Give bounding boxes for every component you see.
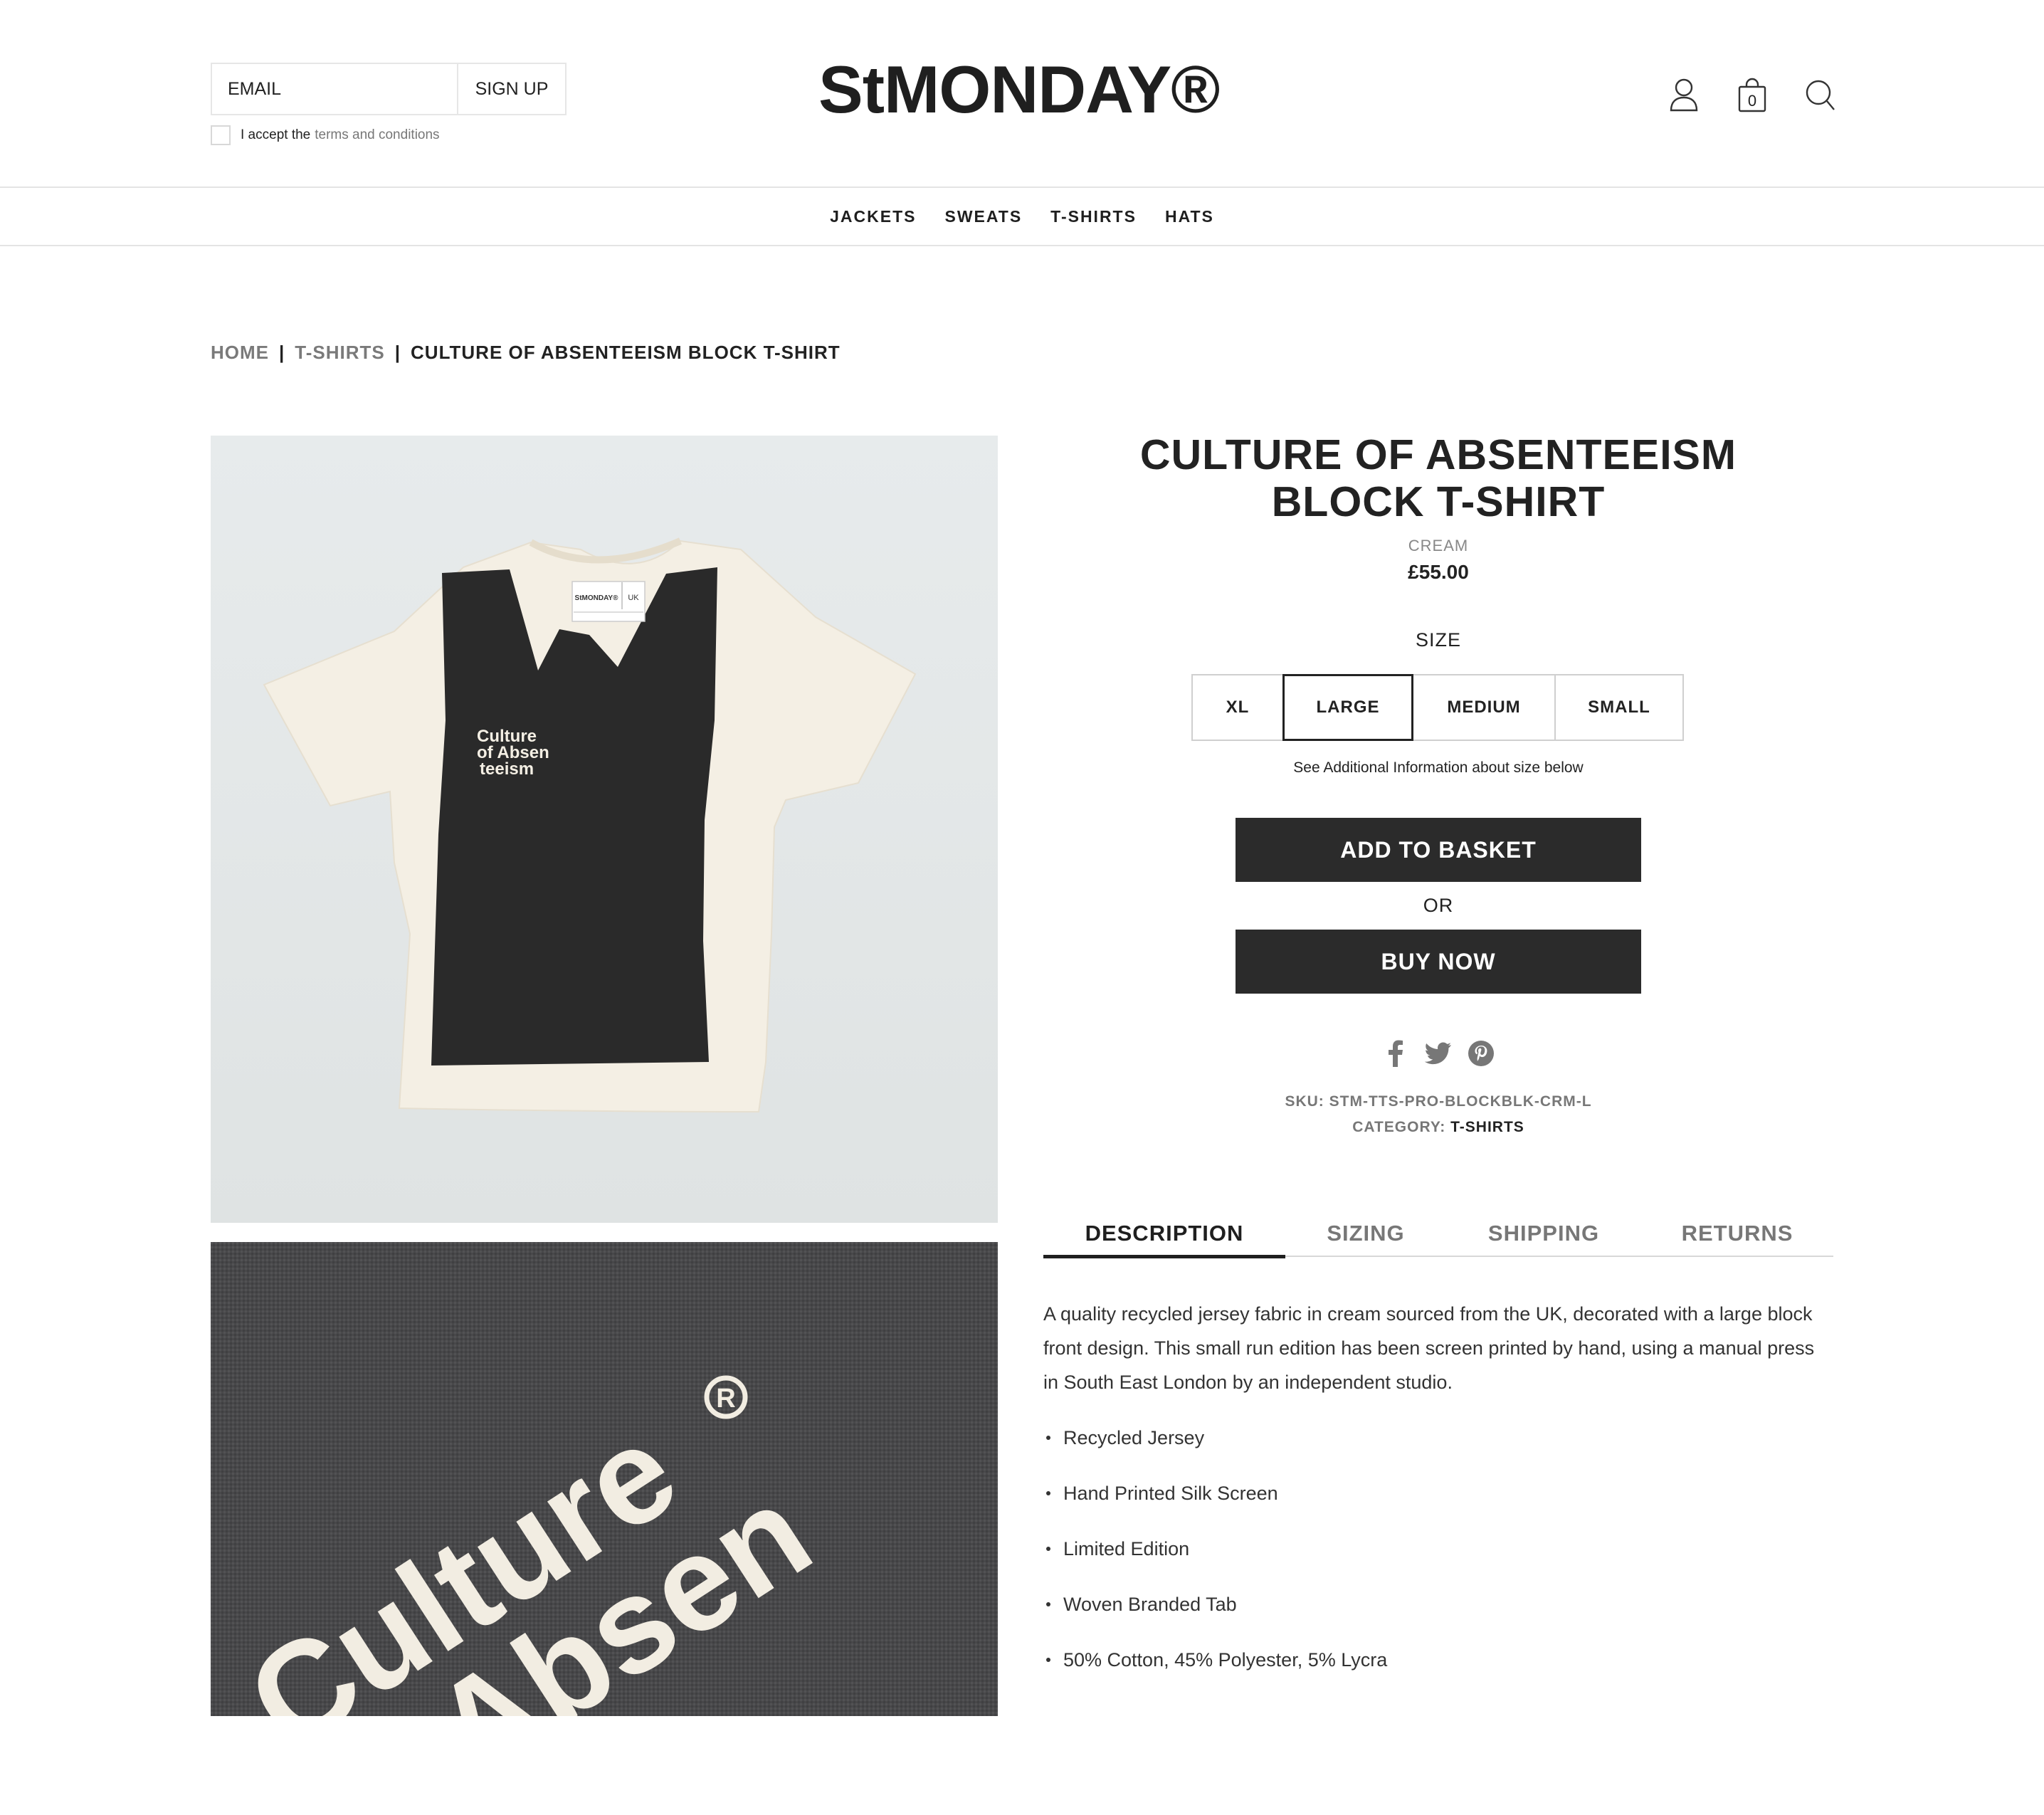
size-option-large[interactable]: LARGE: [1282, 674, 1413, 741]
breadcrumb-home[interactable]: HOME: [211, 342, 269, 364]
pinterest-icon[interactable]: [1467, 1039, 1495, 1068]
breadcrumb: HOME | T-SHIRTS | CULTURE OF ABSENTEEISM…: [211, 342, 841, 364]
feature-list: Recycled Jersey Hand Printed Silk Screen…: [1043, 1421, 1833, 1677]
facebook-icon[interactable]: [1381, 1039, 1410, 1068]
size-selector: XL LARGE MEDIUM SMALL: [1043, 674, 1833, 741]
basket-count: 0: [1748, 92, 1756, 110]
signup-button[interactable]: SIGN UP: [457, 64, 565, 114]
email-input[interactable]: [212, 64, 457, 114]
size-note: See Additional Information about size be…: [1293, 759, 1584, 776]
size-option-small[interactable]: SMALL: [1554, 674, 1684, 741]
tag-brand: StMONDAY®: [575, 594, 619, 602]
breadcrumb-separator: |: [279, 342, 285, 363]
feature-item: Woven Branded Tab: [1043, 1587, 1833, 1621]
sku-label: SKU:: [1285, 1093, 1324, 1110]
product-image-main[interactable]: StMONDAY® UK Culture of Absen teeism: [211, 436, 998, 1223]
terms-checkbox[interactable]: [211, 125, 231, 145]
description-panel: A quality recycled jersey fabric in crea…: [1043, 1297, 1833, 1698]
product-meta: SKU: STM-TTS-PRO-BLOCKBLK-CRM-L CATEGORY…: [1043, 1089, 1833, 1140]
buy-now-button[interactable]: BUY NOW: [1236, 930, 1641, 994]
category-link[interactable]: T-SHIRTS: [1450, 1119, 1524, 1135]
tab-sizing[interactable]: SIZING: [1285, 1210, 1446, 1257]
nav-item-hats[interactable]: HATS: [1165, 201, 1214, 232]
category-row: CATEGORY: T-SHIRTS: [1043, 1115, 1833, 1140]
nav-item-t-shirts[interactable]: T-SHIRTS: [1050, 201, 1137, 232]
feature-item: Hand Printed Silk Screen: [1043, 1476, 1833, 1510]
share-icons: [1043, 1039, 1833, 1068]
terms-label: I accept the: [241, 127, 311, 142]
size-option-xl[interactable]: XL: [1191, 674, 1284, 741]
bullet-icon: [1046, 1547, 1050, 1551]
tag-country: UK: [628, 594, 639, 602]
account-icon[interactable]: [1668, 77, 1700, 114]
newsletter-form: SIGN UP: [211, 63, 567, 115]
size-option-medium[interactable]: MEDIUM: [1412, 674, 1556, 741]
description-text: A quality recycled jersey fabric in crea…: [1043, 1303, 1815, 1393]
product-title-line2: BLOCK T-SHIRT: [1271, 478, 1606, 525]
terms-row: I accept the terms and conditions: [211, 125, 440, 145]
size-label: SIZE: [1415, 629, 1461, 651]
breadcrumb-separator: |: [394, 342, 401, 363]
breadcrumb-current: CULTURE OF ABSENTEEISM BLOCK T-SHIRT: [411, 342, 841, 363]
product-title: CULTURE OF ABSENTEEISM BLOCK T-SHIRT: [1043, 431, 1833, 525]
tab-returns[interactable]: RETURNS: [1641, 1210, 1833, 1257]
twitter-icon[interactable]: [1424, 1039, 1453, 1068]
print-block: [431, 567, 717, 1066]
bullet-icon: [1046, 1602, 1050, 1606]
nav-item-jackets[interactable]: JACKETS: [830, 201, 916, 232]
sku-row: SKU: STM-TTS-PRO-BLOCKBLK-CRM-L: [1043, 1089, 1833, 1115]
terms-link[interactable]: terms and conditions: [315, 127, 439, 143]
header-icons: 0: [1668, 77, 1836, 114]
feature-item: Recycled Jersey: [1043, 1421, 1833, 1455]
feature-item: Limited Edition: [1043, 1532, 1833, 1566]
feature-text: Woven Branded Tab: [1063, 1594, 1237, 1615]
bullet-icon: [1046, 1491, 1050, 1495]
category-label: CATEGORY:: [1352, 1119, 1446, 1135]
tab-shipping[interactable]: SHIPPING: [1446, 1210, 1641, 1257]
product-price: £55.00: [1408, 561, 1469, 583]
or-separator: OR: [1423, 895, 1454, 916]
nav-item-sweats[interactable]: SWEATS: [944, 201, 1022, 232]
feature-text: Recycled Jersey: [1063, 1427, 1205, 1448]
svg-text:R: R: [716, 1384, 735, 1414]
product-image-detail[interactable]: Culture of Absen R: [211, 1242, 998, 1716]
sku-value: STM-TTS-PRO-BLOCKBLK-CRM-L: [1329, 1093, 1592, 1110]
tab-description[interactable]: DESCRIPTION: [1043, 1210, 1285, 1258]
product-title-line1: CULTURE OF ABSENTEEISM: [1139, 431, 1737, 478]
print-text-line3: teeism: [480, 759, 534, 779]
feature-item: 50% Cotton, 45% Polyester, 5% Lycra: [1043, 1643, 1833, 1677]
site-header: SIGN UP I accept the terms and condition…: [0, 0, 2044, 188]
product-color: CREAM: [1408, 537, 1469, 554]
feature-text: 50% Cotton, 45% Polyester, 5% Lycra: [1063, 1649, 1388, 1671]
feature-text: Hand Printed Silk Screen: [1063, 1483, 1278, 1504]
breadcrumb-category[interactable]: T-SHIRTS: [295, 342, 384, 364]
bullet-icon: [1046, 1658, 1050, 1662]
basket-icon[interactable]: 0: [1737, 77, 1768, 114]
site-logo[interactable]: StMONDAY®: [818, 54, 1231, 125]
product-info: CULTURE OF ABSENTEEISM BLOCK T-SHIRT CRE…: [1043, 427, 1833, 1140]
product-tabs: DESCRIPTION SIZING SHIPPING RETURNS: [1043, 1210, 1833, 1258]
add-to-basket-button[interactable]: ADD TO BASKET: [1236, 818, 1641, 882]
feature-text: Limited Edition: [1063, 1538, 1190, 1559]
search-icon[interactable]: [1805, 77, 1836, 114]
main-nav: JACKETS SWEATS T-SHIRTS HATS: [0, 188, 2044, 246]
bullet-icon: [1046, 1436, 1050, 1440]
